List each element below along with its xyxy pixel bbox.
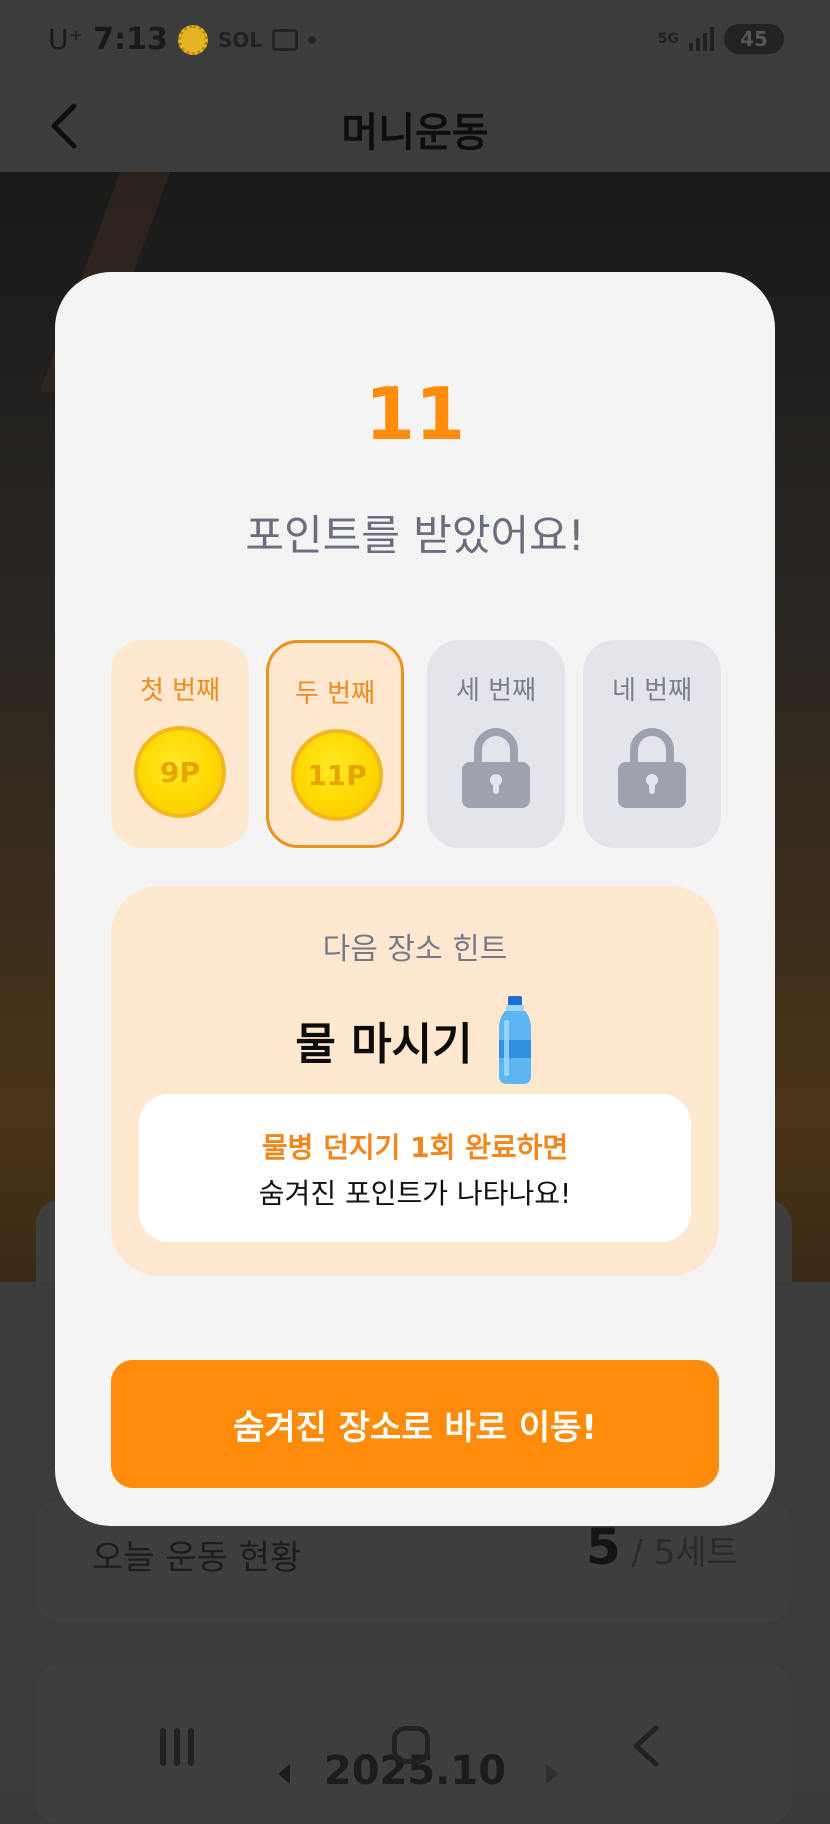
lock-icon <box>618 728 686 808</box>
carrier-label: U⁺ <box>48 23 84 56</box>
hint-title: 다음 장소 힌트 <box>322 932 508 967</box>
page-title: 머니운동 <box>341 110 489 156</box>
lock-icon <box>462 728 530 808</box>
hint-result: 숨겨진 포인트가 나타나요! <box>258 1177 572 1210</box>
coin-icon: 9P <box>134 726 226 818</box>
reward-slot-2: 두 번째 11P <box>266 640 404 848</box>
clock: 7:13 <box>93 22 168 57</box>
hint-place: 물 마시기 <box>111 996 719 1084</box>
slot-reward: 11P <box>307 758 367 792</box>
coin-icon: 11P <box>291 729 383 821</box>
battery-level: 45 <box>740 27 768 51</box>
signal-icon <box>689 27 714 51</box>
slot-reward: 9P <box>159 755 200 789</box>
app-bar: 머니운동 <box>0 80 830 172</box>
screenshot-icon <box>272 28 299 51</box>
reward-slot-3: 세 번째 <box>427 640 565 848</box>
network-5g-icon: 5G <box>657 31 679 47</box>
reward-slot-4: 네 번째 <box>583 640 721 848</box>
hint-condition: 물병 던지기 1회 완료하면 <box>261 1131 569 1164</box>
points-caption: 포인트를 받았어요! <box>245 511 585 560</box>
sol-bank-icon: SOL <box>217 27 263 52</box>
reward-slot-1: 첫 번째 9P <box>111 640 249 848</box>
battery-icon: 45 <box>724 24 784 54</box>
water-bottle-icon <box>498 996 531 1084</box>
month-next-icon[interactable] <box>546 1764 558 1784</box>
status-bar: U⁺ 7:13 SOL 5G 45 <box>0 0 830 80</box>
hint-message-box: 물병 던지기 1회 완료하면 숨겨진 포인트가 나타나요! <box>139 1094 691 1242</box>
status-left: U⁺ 7:13 SOL <box>48 22 317 57</box>
reward-modal: 11 포인트를 받았어요! 첫 번째 9P 두 번째 11P 세 번째 네 번째 <box>55 272 775 1526</box>
notification-dot-icon <box>308 35 317 44</box>
today-done-count: 5 <box>585 1518 621 1576</box>
recents-icon[interactable] <box>160 1728 200 1766</box>
home-icon[interactable] <box>392 1726 430 1764</box>
hint-place-name: 물 마시기 <box>295 1019 473 1070</box>
today-status-count: 5 / 5세트 <box>586 1518 738 1576</box>
slot-label: 네 번째 <box>611 676 693 706</box>
next-place-hint: 다음 장소 힌트 물 마시기 물병 던지기 1회 완료하면 숨겨진 포인트가 나… <box>111 886 719 1276</box>
go-to-hidden-place-button[interactable]: 숨겨진 장소로 바로 이동! <box>111 1360 719 1488</box>
today-total-count: / 5세트 <box>620 1533 738 1573</box>
weather-sun-icon <box>177 24 208 55</box>
slot-label: 첫 번째 <box>139 676 221 706</box>
slot-label: 세 번째 <box>455 676 537 706</box>
today-status-label: 오늘 운동 현황 <box>92 1538 302 1578</box>
points-amount: 11 <box>364 372 466 456</box>
status-right: 5G 45 <box>658 24 784 54</box>
system-back-icon[interactable] <box>626 1722 666 1770</box>
slot-label: 두 번째 <box>294 679 376 709</box>
